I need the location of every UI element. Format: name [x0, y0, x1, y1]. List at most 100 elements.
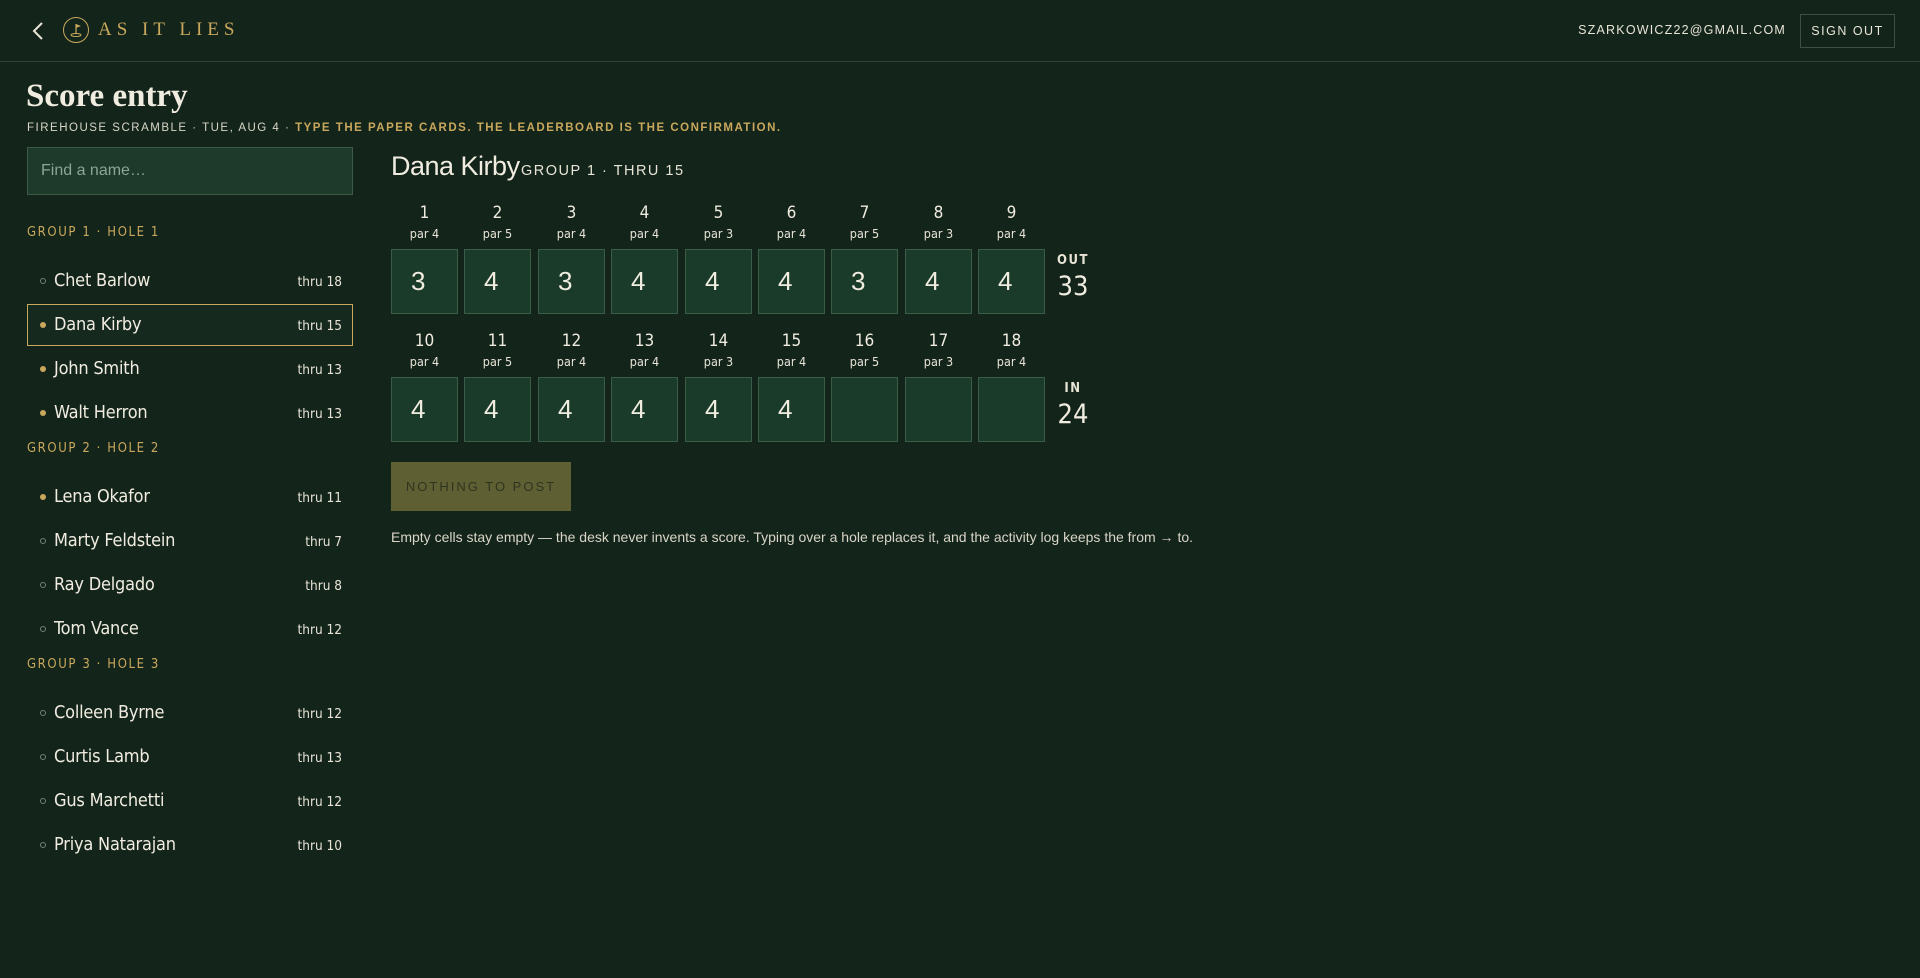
- score-cell[interactable]: [685, 377, 752, 442]
- sign-out-button[interactable]: SIGN OUT: [1800, 14, 1895, 48]
- hole-par: par 4: [996, 354, 1027, 369]
- hole-header: 16 par 5: [831, 331, 898, 369]
- player-name: Lena Okafor: [54, 486, 150, 507]
- user-email: SZARKOWICZ22@GMAIL.COM: [1578, 23, 1786, 37]
- hole-header: 5 par 3: [685, 203, 752, 241]
- player-list-item[interactable]: Dana Kirby thru 15: [27, 304, 353, 346]
- page-title: Score entry: [26, 78, 188, 114]
- hole-number: 12: [561, 331, 582, 351]
- hole-header: 14 par 3: [685, 331, 752, 369]
- hole-header: 18 par 4: [978, 331, 1045, 369]
- player-list-item[interactable]: Colleen Byrne thru 12: [27, 692, 353, 734]
- score-cell[interactable]: [464, 377, 531, 442]
- status-dot-filled-icon: [40, 410, 46, 416]
- score-cell[interactable]: [464, 249, 531, 314]
- player-list-item[interactable]: Chet Barlow thru 18: [27, 260, 353, 302]
- back-button[interactable]: [26, 18, 50, 44]
- status-dot-empty-icon: [40, 754, 46, 760]
- hole-header: 11 par 5: [464, 331, 531, 369]
- hole-number: 14: [708, 331, 729, 351]
- score-cell[interactable]: [758, 377, 825, 442]
- hole-number: 7: [859, 203, 870, 223]
- post-scores-button[interactable]: NOTHING TO POST: [391, 462, 571, 511]
- player-name: Marty Feldstein: [54, 530, 176, 551]
- score-cell[interactable]: [538, 249, 605, 314]
- hole-par: par 5: [482, 226, 513, 241]
- hole-header: 17 par 3: [905, 331, 972, 369]
- player-thru: thru 13: [297, 406, 342, 422]
- player-list-item[interactable]: Walt Herron thru 13: [27, 392, 353, 434]
- status-dot-empty-icon: [40, 582, 46, 588]
- hole-header: 2 par 5: [464, 203, 531, 241]
- player-thru: thru 12: [297, 794, 342, 810]
- score-cell[interactable]: [978, 249, 1045, 314]
- group-heading: GROUP 2 · HOLE 2: [27, 441, 160, 456]
- player-list-item[interactable]: Curtis Lamb thru 13: [27, 736, 353, 778]
- player-list-item[interactable]: Lena Okafor thru 11: [27, 476, 353, 518]
- out-total-label: OUT: [1057, 253, 1089, 268]
- in-total-label: IN: [1064, 381, 1082, 396]
- hole-number: 4: [639, 203, 650, 223]
- hole-header: 7 par 5: [831, 203, 898, 241]
- player-name: Walt Herron: [54, 402, 148, 423]
- score-cell[interactable]: [391, 377, 458, 442]
- player-list-item[interactable]: Ray Delgado thru 8: [27, 564, 353, 606]
- score-cell[interactable]: [758, 249, 825, 314]
- hole-number: 5: [713, 203, 724, 223]
- hole-number: 10: [414, 331, 435, 351]
- player-list-item[interactable]: Marty Feldstein thru 7: [27, 520, 353, 562]
- status-dot-empty-icon: [40, 842, 46, 848]
- selected-player-name: Dana Kirby: [391, 151, 520, 181]
- player-thru: thru 8: [305, 578, 342, 594]
- hole-par: par 5: [482, 354, 513, 369]
- hole-number: 8: [933, 203, 944, 223]
- player-list-item[interactable]: John Smith thru 13: [27, 348, 353, 390]
- player-thru: thru 7: [305, 534, 342, 550]
- hole-number: 6: [786, 203, 797, 223]
- score-cell[interactable]: [905, 377, 972, 442]
- player-thru: thru 15: [297, 318, 342, 334]
- player-name: Gus Marchetti: [54, 790, 165, 811]
- score-cell[interactable]: [391, 249, 458, 314]
- player-thru: thru 10: [297, 838, 342, 854]
- status-dot-empty-icon: [40, 710, 46, 716]
- hole-header: 4 par 4: [611, 203, 678, 241]
- score-cell[interactable]: [831, 249, 898, 314]
- hole-number: 15: [781, 331, 802, 351]
- hole-par: par 4: [776, 226, 807, 241]
- score-cell[interactable]: [905, 249, 972, 314]
- score-cell[interactable]: [538, 377, 605, 442]
- hole-par: par 3: [703, 354, 734, 369]
- status-dot-filled-icon: [40, 366, 46, 372]
- player-list-item[interactable]: Tom Vance thru 12: [27, 608, 353, 650]
- page-subtitle: FIREHOUSE SCRAMBLE · TUE, AUG 4 · TYPE T…: [27, 122, 782, 134]
- player-list-item[interactable]: Priya Natarajan thru 10: [27, 824, 353, 866]
- hole-header: 12 par 4: [538, 331, 605, 369]
- score-entry-note: Empty cells stay empty — the desk never …: [391, 529, 1194, 545]
- hole-par: par 3: [923, 226, 954, 241]
- hole-number: 2: [492, 203, 503, 223]
- hole-par: par 4: [629, 354, 660, 369]
- hole-par: par 4: [556, 226, 587, 241]
- status-dot-empty-icon: [40, 278, 46, 284]
- player-thru: thru 18: [297, 274, 342, 290]
- player-name: John Smith: [54, 358, 140, 379]
- player-list-item[interactable]: Gus Marchetti thru 12: [27, 780, 353, 822]
- player-name: Ray Delgado: [54, 574, 155, 595]
- score-cell[interactable]: [685, 249, 752, 314]
- player-thru: thru 13: [297, 362, 342, 378]
- player-search-input[interactable]: [27, 147, 353, 195]
- selected-player-meta: GROUP 1 · THRU 15: [521, 163, 685, 179]
- hole-number: 1: [419, 203, 430, 223]
- player-thru: thru 12: [297, 622, 342, 638]
- score-cell[interactable]: [978, 377, 1045, 442]
- score-cell[interactable]: [831, 377, 898, 442]
- score-cell[interactable]: [611, 377, 678, 442]
- brand-name: AS IT LIES: [98, 19, 240, 40]
- player-name: Curtis Lamb: [54, 746, 150, 767]
- subtitle-instruction: TYPE THE PAPER CARDS. THE LEADERBOARD IS…: [295, 122, 782, 134]
- score-cell[interactable]: [611, 249, 678, 314]
- in-total: 24: [1057, 399, 1089, 430]
- hole-header: 8 par 3: [905, 203, 972, 241]
- group-heading: GROUP 3 · HOLE 3: [27, 657, 160, 672]
